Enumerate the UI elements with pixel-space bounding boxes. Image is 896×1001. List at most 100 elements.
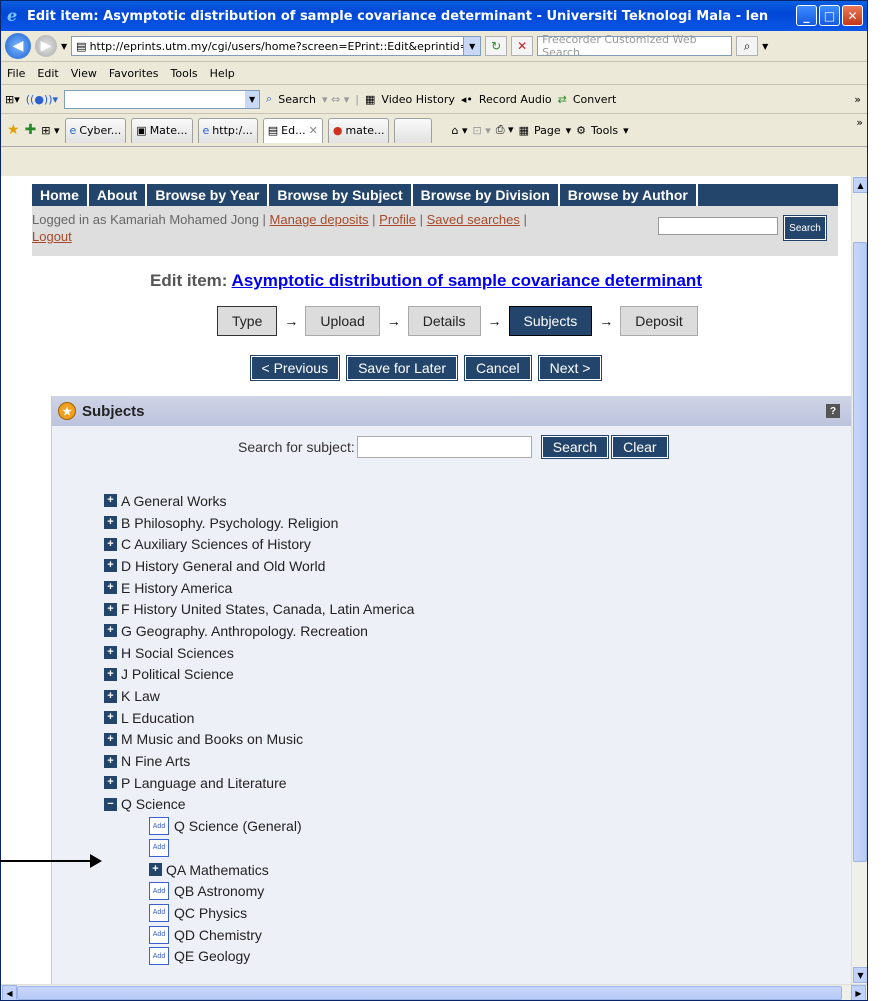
scroll-up-icon[interactable]: ▲ xyxy=(853,177,867,193)
favorites-star-icon[interactable]: ★ xyxy=(7,122,20,138)
tree-item[interactable]: + F History United States, Canada, Latin … xyxy=(104,598,414,620)
nav-browse-year[interactable]: Browse by Year xyxy=(147,184,270,206)
subject-search-button[interactable]: Search xyxy=(540,435,610,459)
scroll-left-icon[interactable]: ◀ xyxy=(2,985,17,1000)
tree-item[interactable]: + B Philosophy. Psychology. Religion xyxy=(104,512,414,534)
nav-browse-author[interactable]: Browse by Author xyxy=(560,184,698,206)
add-button[interactable]: Add xyxy=(149,882,169,901)
tree-subitem-mathematics[interactable]: + QA Mathematics xyxy=(149,859,414,881)
expand-icon[interactable]: + xyxy=(104,559,117,573)
menu-file[interactable]: File xyxy=(7,67,25,80)
nav-browse-subject[interactable]: Browse by Subject xyxy=(269,184,413,206)
previous-button[interactable]: < Previous xyxy=(249,355,341,381)
navigation-icon[interactable]: ▾ ⇔ ▾ xyxy=(322,93,349,106)
saved-searches-link[interactable]: Saved searches xyxy=(427,212,520,227)
menu-view[interactable]: View xyxy=(71,67,97,80)
tree-item[interactable]: + M Music and Books on Music xyxy=(104,729,414,751)
tree-item[interactable]: + H Social Sciences xyxy=(104,642,414,664)
history-dropdown-icon[interactable]: ▼ xyxy=(61,42,67,51)
menu-tools[interactable]: Tools xyxy=(171,67,198,80)
site-search-input[interactable] xyxy=(658,217,778,235)
stop-button[interactable]: ✕ xyxy=(511,36,534,56)
menu-help[interactable]: Help xyxy=(210,67,235,80)
collapse-icon[interactable]: − xyxy=(104,797,117,811)
tree-item[interactable]: + C Auxiliary Sciences of History xyxy=(104,533,414,555)
next-button[interactable]: Next > xyxy=(537,355,603,381)
add-button[interactable]: Add xyxy=(149,903,169,922)
add-button[interactable]: Add xyxy=(149,817,169,836)
expand-icon[interactable]: + xyxy=(104,624,117,638)
web-search-button[interactable]: ⌕ xyxy=(736,36,759,56)
tools-dropdown-icon[interactable]: ▾ xyxy=(623,124,629,137)
horizontal-scrollbar[interactable]: ◀ ▶ xyxy=(1,984,867,1000)
expand-icon[interactable]: + xyxy=(104,754,117,768)
tree-item[interactable]: + N Fine Arts xyxy=(104,750,414,772)
toolbar-combo-input[interactable]: ▼ xyxy=(64,89,261,109)
manage-deposits-link[interactable]: Manage deposits xyxy=(270,212,369,227)
expand-icon[interactable]: + xyxy=(104,537,117,551)
horizontal-scroll-thumb[interactable] xyxy=(17,986,842,1000)
step-details[interactable]: Details xyxy=(407,306,481,336)
expand-icon[interactable]: + xyxy=(104,646,117,660)
quick-tabs-icon[interactable]: ⊞ ▾ xyxy=(41,124,59,137)
combo-dropdown-icon[interactable]: ▼ xyxy=(245,90,260,108)
maximize-button[interactable]: □ xyxy=(819,5,840,26)
menu-edit[interactable]: Edit xyxy=(37,67,58,80)
tree-item[interactable]: + G Geography. Anthropology. Recreation xyxy=(104,620,414,642)
nav-home[interactable]: Home xyxy=(32,184,89,206)
tools-menu-button[interactable]: Tools xyxy=(591,124,618,137)
tree-item[interactable]: + P Language and Literature xyxy=(104,772,414,794)
expand-icon[interactable]: + xyxy=(104,711,117,725)
vertical-scrollbar[interactable]: ▲ ▼ xyxy=(851,176,867,984)
subject-clear-button[interactable]: Clear xyxy=(611,435,669,459)
search-options-icon[interactable]: ▼ xyxy=(762,42,768,51)
save-for-later-button[interactable]: Save for Later xyxy=(346,355,459,381)
tab-edit-active[interactable]: ▤ Ed... ✕ xyxy=(262,117,323,143)
tree-item[interactable]: + L Education xyxy=(104,707,414,729)
step-subjects[interactable]: Subjects xyxy=(508,306,593,336)
new-tab-button[interactable] xyxy=(394,117,433,143)
url-dropdown-icon[interactable]: ▼ xyxy=(463,37,481,55)
url-field[interactable]: ▤ http://eprints.utm.my/cgi/users/home?s… xyxy=(71,36,482,56)
home-icon[interactable]: ⌂ ▾ xyxy=(451,124,467,137)
minimize-button[interactable]: _ xyxy=(796,5,817,26)
tree-item[interactable]: + D History General and Old World xyxy=(104,555,414,577)
site-search-button[interactable]: Search xyxy=(783,215,827,241)
expand-icon[interactable]: + xyxy=(149,863,162,877)
step-deposit[interactable]: Deposit xyxy=(620,306,698,336)
toolbar-search-button[interactable]: Search xyxy=(278,93,316,106)
subject-search-input[interactable] xyxy=(356,436,532,458)
convert-button[interactable]: Convert xyxy=(573,93,617,106)
page-menu-button[interactable]: Page xyxy=(534,124,561,137)
step-upload[interactable]: Upload xyxy=(305,306,380,336)
close-button[interactable]: ✕ xyxy=(842,5,863,26)
step-type[interactable]: Type xyxy=(217,306,278,336)
tree-item[interactable]: + A General Works xyxy=(104,490,414,512)
close-tab-icon[interactable]: ✕ xyxy=(309,124,318,137)
profile-link[interactable]: Profile xyxy=(379,212,416,227)
expand-icon[interactable]: + xyxy=(104,494,117,508)
tree-item-q-science[interactable]: − Q Science xyxy=(104,794,414,816)
video-history-button[interactable]: Video History xyxy=(381,93,454,106)
radio-icon[interactable]: ((●))▾ xyxy=(26,93,58,106)
toolbar-overflow-icon[interactable]: » xyxy=(856,116,863,129)
print-icon[interactable]: ⎙ ▾ xyxy=(496,123,514,137)
expand-icon[interactable]: + xyxy=(104,602,117,616)
scroll-right-icon[interactable]: ▶ xyxy=(851,985,866,1000)
scroll-down-icon[interactable]: ▼ xyxy=(853,967,867,983)
tree-item[interactable]: + K Law xyxy=(104,685,414,707)
tree-item[interactable]: + J Political Science xyxy=(104,664,414,686)
add-favorites-icon[interactable]: ✚ xyxy=(25,122,37,138)
help-icon[interactable]: ? xyxy=(826,404,840,418)
add-button[interactable]: Add xyxy=(149,947,169,966)
tab-mate[interactable]: ▣ Mate... xyxy=(131,117,193,143)
menu-favorites[interactable]: Favorites xyxy=(109,67,159,80)
forward-button[interactable]: ▶ xyxy=(35,35,57,57)
add-button[interactable]: Add xyxy=(149,838,169,857)
item-title-link[interactable]: Asymptotic distribution of sample covari… xyxy=(232,271,702,290)
expand-icon[interactable]: + xyxy=(104,516,117,530)
page-dropdown-icon[interactable]: ▾ xyxy=(566,124,572,137)
vertical-scroll-thumb[interactable] xyxy=(853,242,867,862)
tab-mate2[interactable]: ● mate... xyxy=(327,117,390,143)
expand-icon[interactable]: + xyxy=(104,667,117,681)
